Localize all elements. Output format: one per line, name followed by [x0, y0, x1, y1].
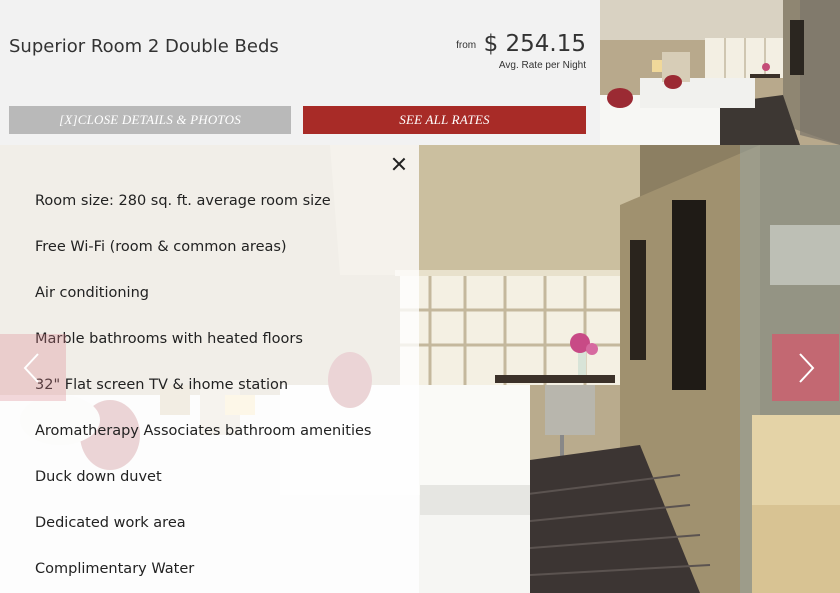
price-note: Avg. Rate per Night — [498, 60, 586, 71]
chevron-left-icon — [23, 353, 39, 383]
amenities-list: Room size: 280 sq. ft. average room size… — [35, 190, 371, 593]
amenity-item: Free Wi-Fi (room & common areas) — [35, 239, 287, 255]
amenity-item: Aromatherapy Associates bathroom ameniti… — [35, 423, 372, 439]
amenity-item: Marble bathrooms with heated floors — [35, 331, 303, 347]
see-all-rates-button[interactable]: SEE ALL RATES — [303, 106, 586, 134]
price-block: from $ 254.15 Avg. Rate per Night — [456, 31, 586, 71]
price-prefix: from — [456, 40, 477, 51]
next-photo-button[interactable] — [772, 334, 839, 401]
amenity-item: 32" Flat screen TV & ihome station — [35, 377, 289, 393]
room-title: Superior Room 2 Double Beds — [9, 36, 279, 57]
room-thumbnail[interactable] — [600, 0, 840, 145]
prev-photo-button[interactable] — [0, 334, 66, 401]
thumbnail-image — [600, 0, 840, 145]
close-icon[interactable] — [391, 156, 407, 172]
close-details-button[interactable]: [X]CLOSE DETAILS & PHOTOS — [9, 106, 291, 134]
chevron-right-icon — [799, 353, 815, 383]
amenity-item: Complimentary Water — [35, 561, 195, 577]
amenity-item: Dedicated work area — [35, 515, 186, 531]
amenity-item: Room size: 280 sq. ft. average room size — [35, 193, 331, 209]
room-price: $ 254.15 — [483, 31, 586, 57]
amenity-item: Duck down duvet — [35, 469, 162, 485]
room-header: Superior Room 2 Double Beds from $ 254.1… — [0, 0, 600, 145]
amenity-item: Air conditioning — [35, 285, 149, 301]
